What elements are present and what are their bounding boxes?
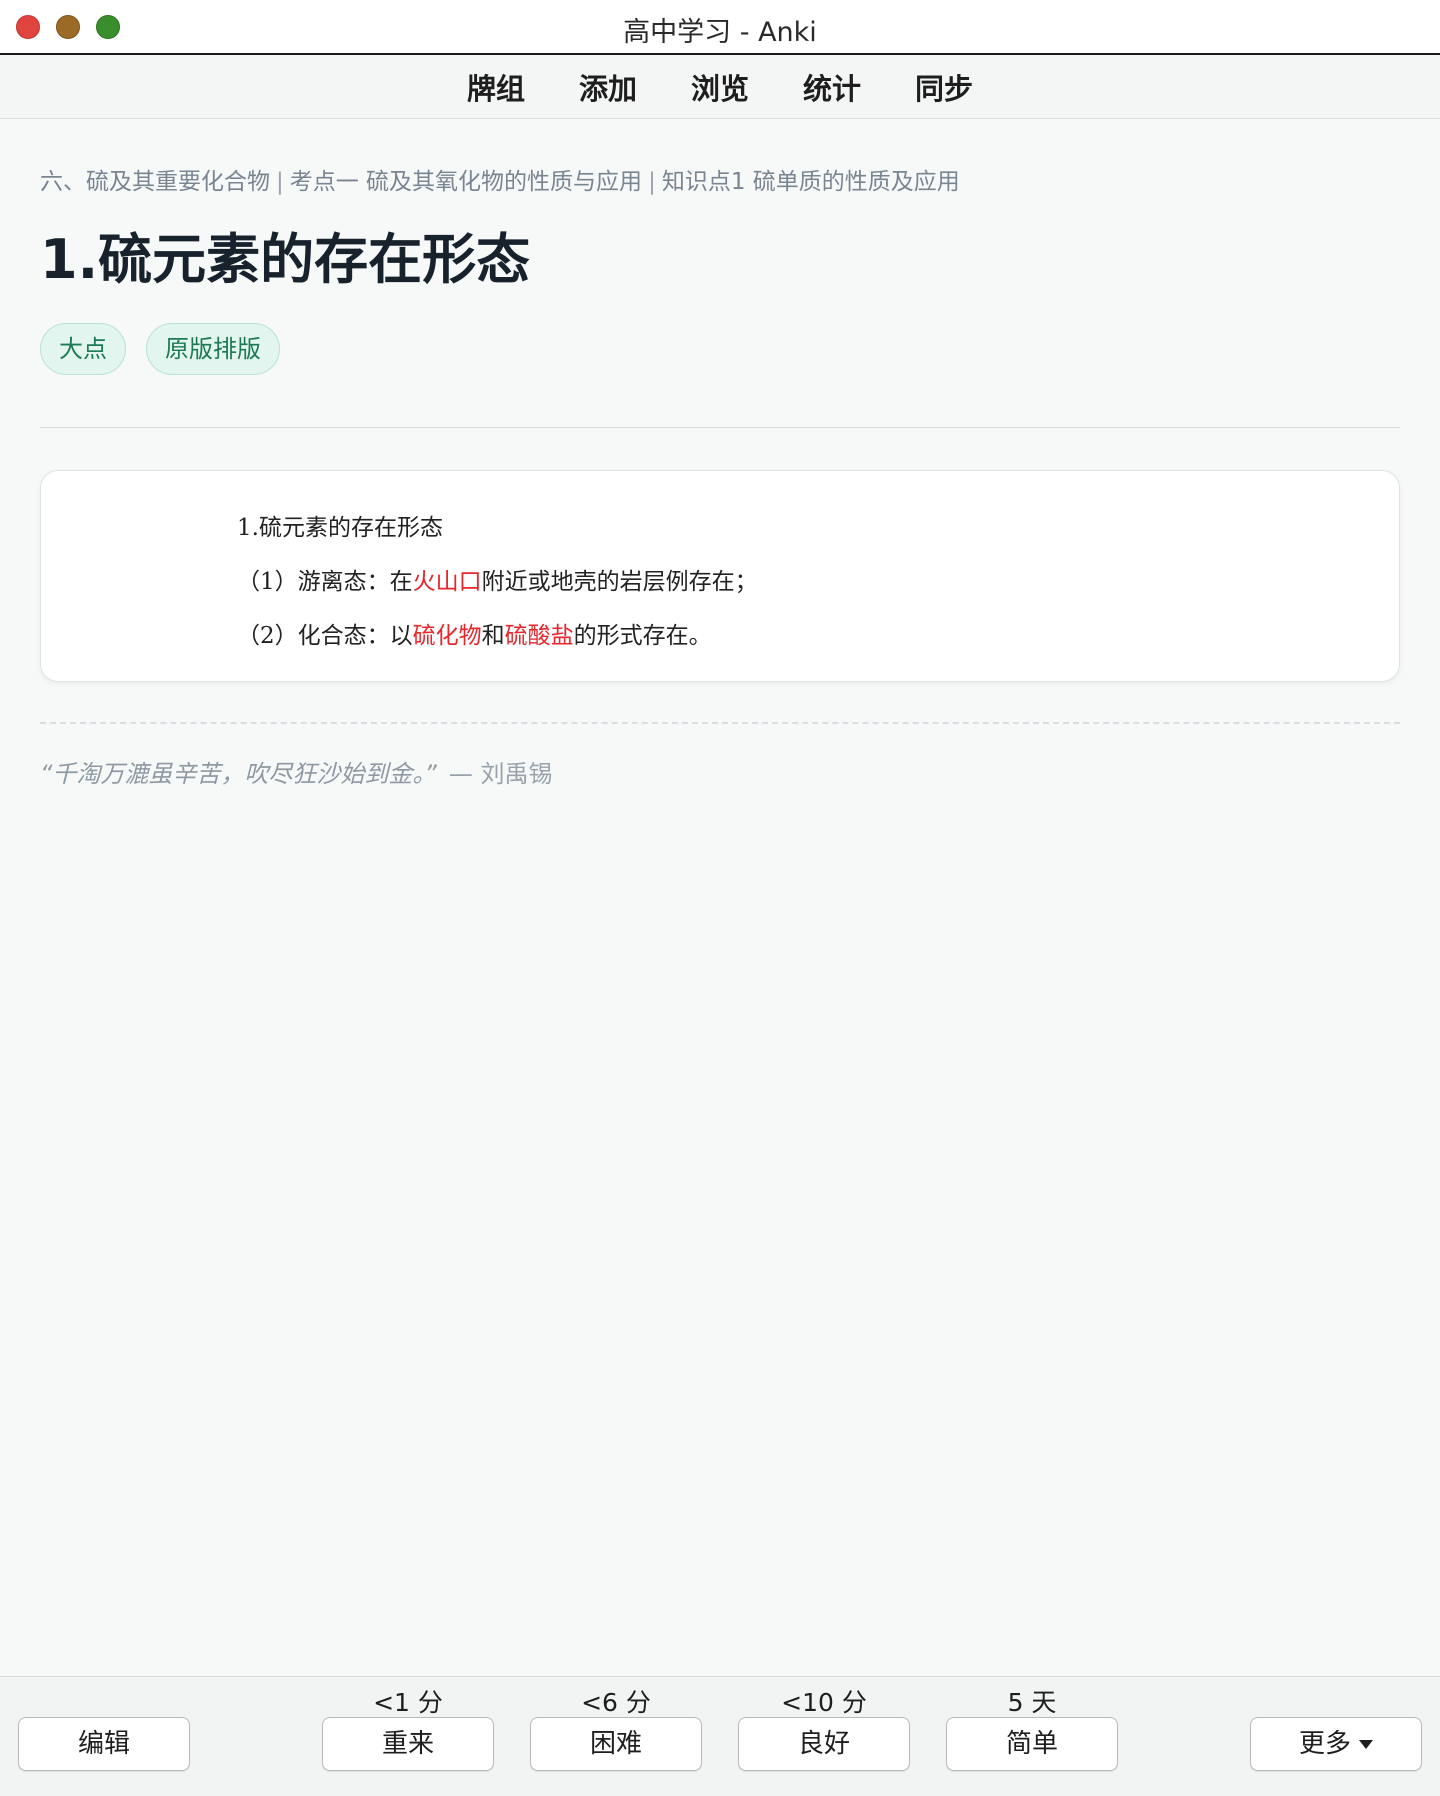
easy-button[interactable]: 简单 bbox=[946, 1717, 1118, 1771]
breadcrumb-separator: | bbox=[648, 169, 656, 195]
breadcrumb-item: 六、硫及其重要化合物 bbox=[40, 169, 270, 195]
easy-interval: 5 天 bbox=[1007, 1688, 1057, 1717]
breadcrumb-item: 考点一 硫及其氧化物的性质与应用 bbox=[289, 169, 643, 195]
window-title: 高中学习 - Anki bbox=[623, 17, 817, 48]
card-body-panel: 1.硫元素的存在形态 （1）游离态：在火山口附近或地壳的岩层例存在； （2）化合… bbox=[40, 470, 1400, 683]
anki-window: 高中学习 - Anki 牌组 添加 浏览 统计 同步 六、硫及其重要化合物 | 考点… bbox=[0, 0, 1440, 1796]
card-title: 1.硫元素的存在形态 bbox=[40, 228, 531, 291]
breadcrumb-item: 知识点1 硫单质的性质及应用 bbox=[661, 169, 960, 195]
again-interval: <1 分 bbox=[373, 1688, 443, 1717]
top-nav: 牌组 添加 浏览 统计 同步 bbox=[0, 55, 1440, 119]
content-text: （2）化合态：以 bbox=[237, 623, 413, 650]
nav-add[interactable]: 添加 bbox=[579, 66, 637, 108]
content-heading-text: 1.硫元素的存在形态 bbox=[237, 515, 443, 542]
divider bbox=[40, 427, 1400, 429]
good-button[interactable]: 良好 bbox=[738, 1717, 910, 1771]
content-line-free-state: （1）游离态：在火山口附近或地壳的岩层例存在； bbox=[237, 555, 758, 609]
quote: “千淘万漉虽辛苦，吹尽狂沙始到金。” — 刘禹锡 bbox=[40, 754, 1400, 789]
content-text: （1）游离态：在 bbox=[237, 569, 413, 596]
tag-pill[interactable]: 原版排版 bbox=[146, 323, 280, 376]
chevron-down-icon bbox=[1359, 1740, 1373, 1749]
breadcrumb-separator: | bbox=[276, 169, 284, 195]
nav-stats[interactable]: 统计 bbox=[803, 66, 861, 108]
dashed-divider bbox=[40, 722, 1400, 725]
nav-sync[interactable]: 同步 bbox=[915, 66, 973, 108]
highlight-text: 火山口 bbox=[412, 569, 482, 596]
more-label: 更多 bbox=[1298, 1729, 1351, 1759]
again-button[interactable]: 重来 bbox=[322, 1717, 494, 1771]
more-button[interactable]: 更多 bbox=[1250, 1717, 1422, 1771]
edit-button[interactable]: 编辑 bbox=[18, 1717, 190, 1771]
review-bottom-bar: 编辑 <1 分 重来 <6 分 困难 <10 分 良好 5 天 简单 更多 bbox=[0, 1676, 1440, 1796]
nav-decks[interactable]: 牌组 bbox=[467, 66, 525, 108]
tag-list: 大点 原版排版 bbox=[40, 323, 1400, 376]
nav-browse[interactable]: 浏览 bbox=[691, 66, 749, 108]
title-bar: 高中学习 - Anki bbox=[0, 0, 1440, 55]
card-content: 六、硫及其重要化合物 | 考点一 硫及其氧化物的性质与应用 | 知识点1 硫单质的性质及… bbox=[40, 120, 1400, 789]
good-interval: <10 分 bbox=[781, 1688, 867, 1717]
quote-author: — 刘禹锡 bbox=[448, 760, 553, 789]
hard-interval: <6 分 bbox=[581, 1688, 651, 1717]
content-text: 的形式存在。 bbox=[573, 623, 712, 650]
content-line-combined-state: （2）化合态：以硫化物和硫酸盐的形式存在。 bbox=[237, 609, 758, 663]
content-heading: 1.硫元素的存在形态 bbox=[237, 501, 758, 555]
content-text: 附近或地壳的岩层例存在； bbox=[481, 569, 758, 596]
tag-pill[interactable]: 大点 bbox=[40, 323, 126, 376]
content-text: 和 bbox=[481, 623, 505, 650]
breadcrumb: 六、硫及其重要化合物 | 考点一 硫及其氧化物的性质与应用 | 知识点1 硫单质的性质及… bbox=[40, 162, 1400, 196]
hard-button[interactable]: 困难 bbox=[530, 1717, 702, 1771]
quote-text: “千淘万漉虽辛苦，吹尽狂沙始到金。” bbox=[40, 760, 437, 789]
highlight-text: 硫酸盐 bbox=[504, 623, 574, 650]
highlight-text: 硫化物 bbox=[412, 623, 482, 650]
